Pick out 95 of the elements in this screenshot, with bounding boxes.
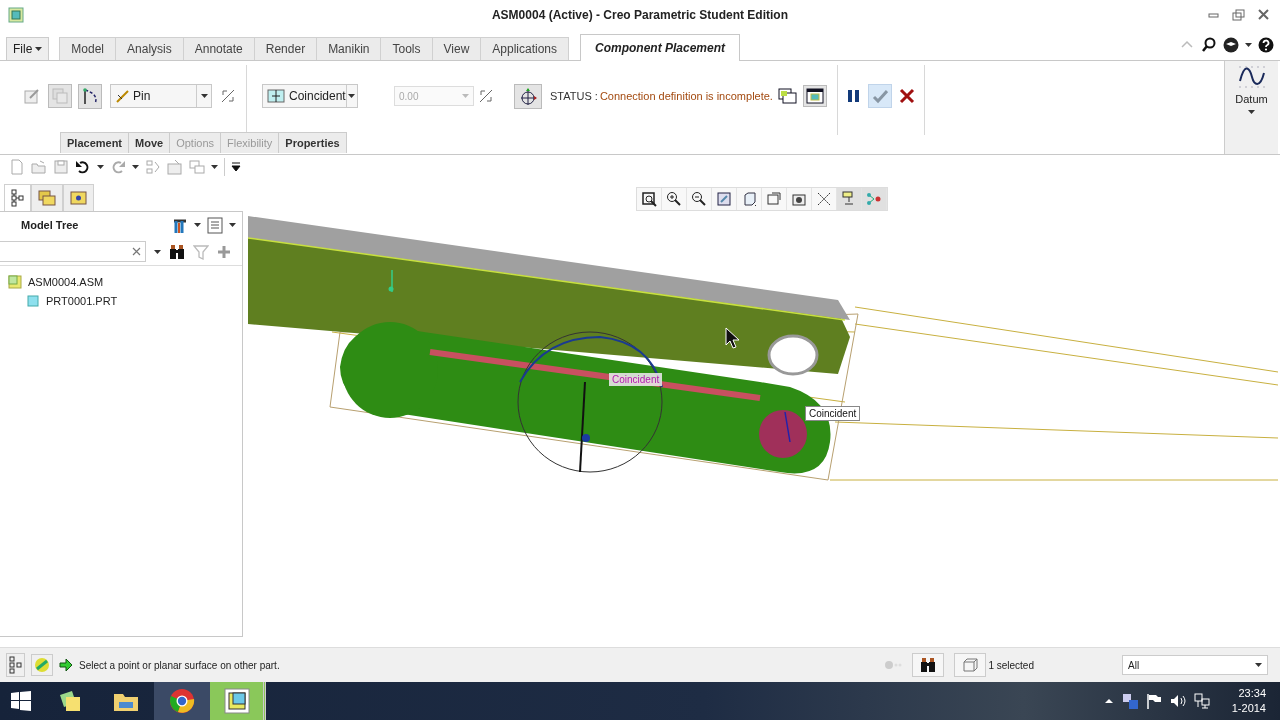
- constraint-label: Coincident: [609, 373, 663, 386]
- ribbon-tab[interactable]: Render: [253, 37, 318, 60]
- find-button[interactable]: [912, 653, 945, 677]
- windows-logo-icon: [11, 691, 31, 711]
- window-title: ASM0004 (Active) - Creo Parametric Student Edition: [491, 8, 789, 22]
- tree-item[interactable]: ASM0004.ASM: [28, 275, 104, 288]
- caret-icon[interactable]: [229, 222, 236, 228]
- assembly-window-icon[interactable]: [805, 88, 824, 104]
- panel-tab[interactable]: Placement: [60, 132, 130, 153]
- browser-icon: [169, 688, 195, 714]
- ribbon-tab[interactable]: Component Placement: [580, 34, 741, 61]
- edit-definition-icon[interactable]: [24, 88, 40, 104]
- ribbon-tab[interactable]: Annotate: [182, 37, 255, 60]
- clock-date[interactable]: 1-2014: [1231, 701, 1266, 716]
- caret-icon: [1248, 109, 1255, 115]
- caret-icon[interactable]: [194, 222, 201, 228]
- datum-panel[interactable]: Datum: [1224, 61, 1278, 154]
- network-drive-icon[interactable]: [1121, 693, 1138, 709]
- folders-icon[interactable]: [38, 189, 56, 206]
- ribbon-tab[interactable]: View: [431, 37, 482, 60]
- flip-icon[interactable]: [220, 88, 236, 104]
- selection-count: 1 selected: [988, 659, 1034, 671]
- model-tree-icon[interactable]: [9, 656, 22, 674]
- app-icon[interactable]: [8, 7, 24, 23]
- caret-icon[interactable]: [211, 164, 218, 170]
- status-message: Connection definition is incomplete.: [599, 90, 773, 102]
- ribbon-tab[interactable]: Manikin: [316, 37, 382, 60]
- caret-icon[interactable]: [154, 248, 161, 255]
- app-icon: [223, 688, 250, 714]
- constraint-tool-icon[interactable]: [82, 87, 98, 105]
- separate-window-icon[interactable]: [777, 88, 797, 104]
- binoculars-icon[interactable]: [169, 243, 185, 260]
- show-hidden-icons-icon[interactable]: [1103, 697, 1114, 705]
- repaint-icon[interactable]: [715, 191, 732, 207]
- caret-icon[interactable]: [1245, 42, 1252, 48]
- status-label: STATUS :: [550, 90, 598, 102]
- mouse-pointer-icon: [725, 327, 741, 349]
- caret-icon[interactable]: [97, 164, 104, 170]
- zoom-in-icon[interactable]: [665, 191, 682, 207]
- pin-icon: [115, 89, 129, 103]
- coincident-icon: [267, 89, 285, 103]
- panel-title: Model Tree: [21, 219, 79, 231]
- undo-icon[interactable]: [75, 159, 91, 175]
- assembly-icon: [8, 274, 22, 289]
- constraint-dropdown[interactable]: Coincident: [262, 84, 358, 108]
- datum-axes-icon[interactable]: [518, 86, 538, 106]
- zoom-fit-icon[interactable]: [640, 191, 657, 207]
- speaker-icon[interactable]: [1169, 693, 1186, 709]
- clear-icon[interactable]: [132, 247, 141, 256]
- customize-toolbar-icon[interactable]: [231, 161, 241, 173]
- connection-type-dropdown[interactable]: Pin: [110, 84, 212, 108]
- constraint-label: Coincident: [805, 406, 861, 421]
- add-icon[interactable]: [217, 244, 231, 259]
- busy-indicator-icon: [884, 660, 903, 670]
- sticky-notes-icon: [58, 689, 82, 713]
- favorites-folder-icon[interactable]: [70, 189, 87, 206]
- ribbon-tab[interactable]: Applications: [480, 37, 569, 60]
- search-icon[interactable]: [1201, 37, 1217, 53]
- help-icon[interactable]: [1258, 37, 1274, 53]
- caret-icon: [200, 93, 208, 99]
- zoom-out-icon[interactable]: [690, 191, 707, 207]
- pause-icon[interactable]: [845, 88, 862, 104]
- caret-icon[interactable]: [132, 164, 139, 170]
- ribbon-tab[interactable]: Model: [59, 37, 117, 60]
- model-tree-icon[interactable]: [11, 189, 24, 207]
- sketch-curve-icon: [1237, 65, 1266, 89]
- datum-display-icon[interactable]: [815, 191, 832, 207]
- restore-icon[interactable]: [1231, 7, 1247, 23]
- view-orientation-icon[interactable]: [765, 191, 782, 207]
- ribbon-tab[interactable]: Tools: [380, 37, 433, 60]
- flip-icon[interactable]: [478, 88, 494, 104]
- caret-icon: [1255, 662, 1262, 668]
- caret-icon[interactable]: [35, 46, 43, 52]
- saved-views-icon[interactable]: [790, 191, 807, 207]
- panel-tab[interactable]: Move: [128, 132, 171, 153]
- status-message: Select a point or planar surface on other part.: [79, 659, 280, 671]
- flag-icon[interactable]: [1145, 693, 1162, 709]
- cube-icon: [962, 657, 979, 673]
- part-icon: [26, 293, 40, 308]
- spin-center-icon[interactable]: [865, 191, 882, 207]
- arrow-icon: [59, 658, 73, 672]
- clock-time[interactable]: 23:34: [1238, 686, 1266, 701]
- network-icon[interactable]: [1193, 693, 1210, 709]
- binoculars-icon: [920, 657, 937, 673]
- tree-item[interactable]: PRT0001.PRT: [46, 294, 118, 307]
- taskbar-button[interactable]: [154, 682, 210, 720]
- file-menu-button[interactable]: File: [6, 37, 50, 60]
- search-field[interactable]: [0, 241, 146, 262]
- panel-tab[interactable]: Properties: [278, 132, 347, 153]
- cancel-icon[interactable]: [898, 88, 915, 104]
- assembly-drawing[interactable]: [247, 216, 1279, 481]
- caret-icon: [348, 93, 356, 99]
- selection-filter-dropdown[interactable]: All: [1122, 655, 1268, 675]
- ribbon-tab[interactable]: Analysis: [115, 37, 184, 60]
- checkmark-icon[interactable]: [871, 88, 888, 104]
